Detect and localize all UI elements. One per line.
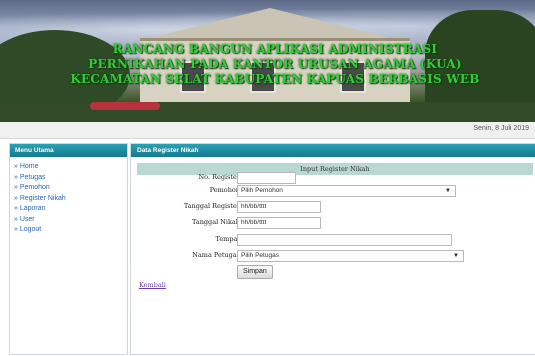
tanggal-register-input[interactable]: hh/bb/tttt <box>237 201 321 213</box>
tempat-input[interactable] <box>237 234 452 246</box>
date-bar: Senin, 8 Juli 2019 <box>0 122 535 139</box>
nama-petugas-select[interactable]: Pilih Petugas ▼ <box>237 250 464 262</box>
tanggal-nikah-label: Tanggal Nikah <box>191 218 240 226</box>
tanggal-register-label: Tanggal Register <box>183 202 240 210</box>
banner-roof <box>150 8 390 38</box>
sidebar-item-register-nikah[interactable]: » Register Nikah <box>14 194 127 205</box>
sidebar-item-logout[interactable]: » Logout <box>14 225 127 236</box>
row-tempat: Tempat <box>131 234 535 246</box>
pemohon-select[interactable]: Pilih Pemohon ▼ <box>237 185 456 197</box>
nama-petugas-label: Nama Petugas <box>192 251 240 259</box>
pemohon-selected: Pilih Pemohon <box>241 187 283 194</box>
sidebar-title: Menu Utama <box>10 144 127 157</box>
sidebar-item-laporan[interactable]: » Laporan <box>14 204 127 215</box>
sidebar-menu: » Home » Petugas » Pemohon » Register Ni… <box>10 157 127 236</box>
row-tanggal-register: Tanggal Register hh/bb/tttt <box>131 201 535 213</box>
simpan-button[interactable]: Simpan <box>237 265 273 279</box>
tanggal-nikah-input[interactable]: hh/bb/tttt <box>237 217 321 229</box>
header-banner: RANCANG BANGUN APLIKASI ADMINISTRASI PER… <box>0 0 535 122</box>
row-tanggal-nikah: Tanggal Nikah hh/bb/tttt <box>131 217 535 229</box>
row-nama-petugas: Nama Petugas Pilih Petugas ▼ <box>131 250 535 262</box>
main-panel: Data Register Nikah Input Register Nikah… <box>130 143 535 355</box>
sidebar-item-pemohon[interactable]: » Pemohon <box>14 183 127 194</box>
pemohon-label: Pemohon <box>209 186 240 194</box>
sidebar: Menu Utama » Home » Petugas » Pemohon » … <box>9 143 128 355</box>
dropdown-arrow-icon: ▼ <box>453 253 459 259</box>
sidebar-item-home[interactable]: » Home <box>14 162 127 173</box>
current-date: Senin, 8 Juli 2019 <box>473 125 529 132</box>
row-submit: Simpan <box>131 265 535 279</box>
sidebar-item-user[interactable]: » User <box>14 215 127 226</box>
banner-ground <box>0 102 535 122</box>
dropdown-arrow-icon: ▼ <box>445 188 451 194</box>
site-title: RANCANG BANGUN APLIKASI ADMINISTRASI PER… <box>70 42 480 86</box>
kembali-link[interactable]: Kembali <box>139 281 166 289</box>
no-register-input[interactable] <box>237 172 296 184</box>
nama-petugas-selected: Pilih Petugas <box>241 252 279 259</box>
row-pemohon: Pemohon Pilih Pemohon ▼ <box>131 185 535 197</box>
sidebar-item-petugas[interactable]: » Petugas <box>14 173 127 184</box>
row-no-register: No. Register <box>131 172 535 184</box>
no-register-label: No. Register <box>198 173 240 181</box>
banner-flowers <box>90 102 160 110</box>
panel-title: Data Register Nikah <box>131 144 535 157</box>
